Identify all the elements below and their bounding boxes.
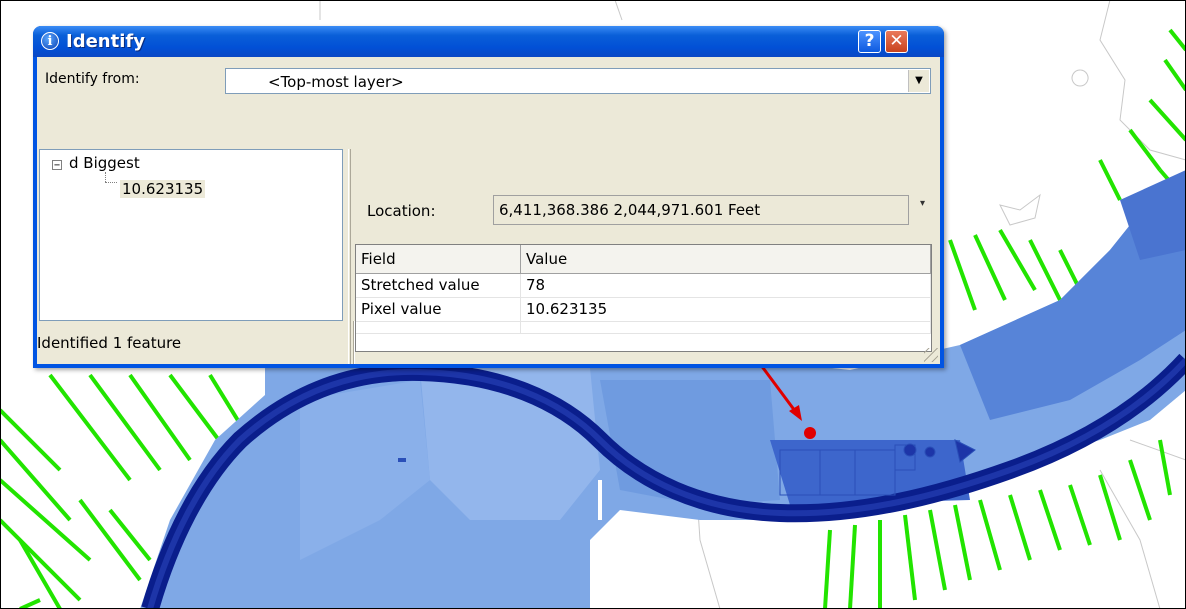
info-icon: i <box>41 32 59 50</box>
table-cell-field[interactable]: Stretched value <box>356 274 521 298</box>
identify-window[interactable]: i Identify ? ✕ Identify from: <Top-most … <box>33 26 944 368</box>
status-bar: Identified 1 feature <box>37 321 940 364</box>
table-cell-value[interactable]: 10.623135 <box>521 298 931 322</box>
tree-feature-node[interactable]: 10.623135 <box>120 180 206 198</box>
column-header-field[interactable]: Field <box>356 245 521 274</box>
location-menu-icon[interactable]: ▾ <box>920 198 925 209</box>
table-cell-field[interactable]: Pixel value <box>356 298 521 322</box>
column-header-value[interactable]: Value <box>521 245 931 274</box>
location-label: Location: <box>367 202 436 220</box>
close-button[interactable]: ✕ <box>885 30 908 53</box>
table-cell-value[interactable]: 78 <box>521 274 931 298</box>
identify-from-value: <Top-most layer> <box>268 73 404 91</box>
title-bar[interactable]: i Identify ? ✕ <box>33 26 944 57</box>
tree-connector <box>105 182 117 183</box>
tree-layer-node[interactable]: d Biggest <box>69 154 140 172</box>
status-divider <box>353 321 355 364</box>
identify-from-label: Identify from: <box>45 71 140 87</box>
status-text: Identified 1 feature <box>37 334 182 352</box>
map-feature <box>398 458 406 462</box>
help-button[interactable]: ? <box>858 30 881 53</box>
location-field: 6,411,368.386 2,044,971.601 Feet <box>493 195 909 225</box>
window-title: Identify <box>66 31 145 52</box>
map-feature <box>598 480 602 520</box>
dialog-body: Identify from: <Top-most layer> ▼ − d Bi… <box>37 57 940 364</box>
collapse-icon[interactable]: − <box>52 160 62 171</box>
identify-from-dropdown[interactable]: <Top-most layer> ▼ <box>225 68 931 94</box>
location-value: 6,411,368.386 2,044,971.601 Feet <box>499 201 761 219</box>
resize-grip-icon[interactable] <box>924 348 938 362</box>
results-tree[interactable]: − d Biggest 10.623135 <box>39 149 343 321</box>
tree-connector <box>105 172 106 182</box>
chevron-down-icon[interactable]: ▼ <box>908 70 929 92</box>
identify-point-marker <box>804 427 816 439</box>
